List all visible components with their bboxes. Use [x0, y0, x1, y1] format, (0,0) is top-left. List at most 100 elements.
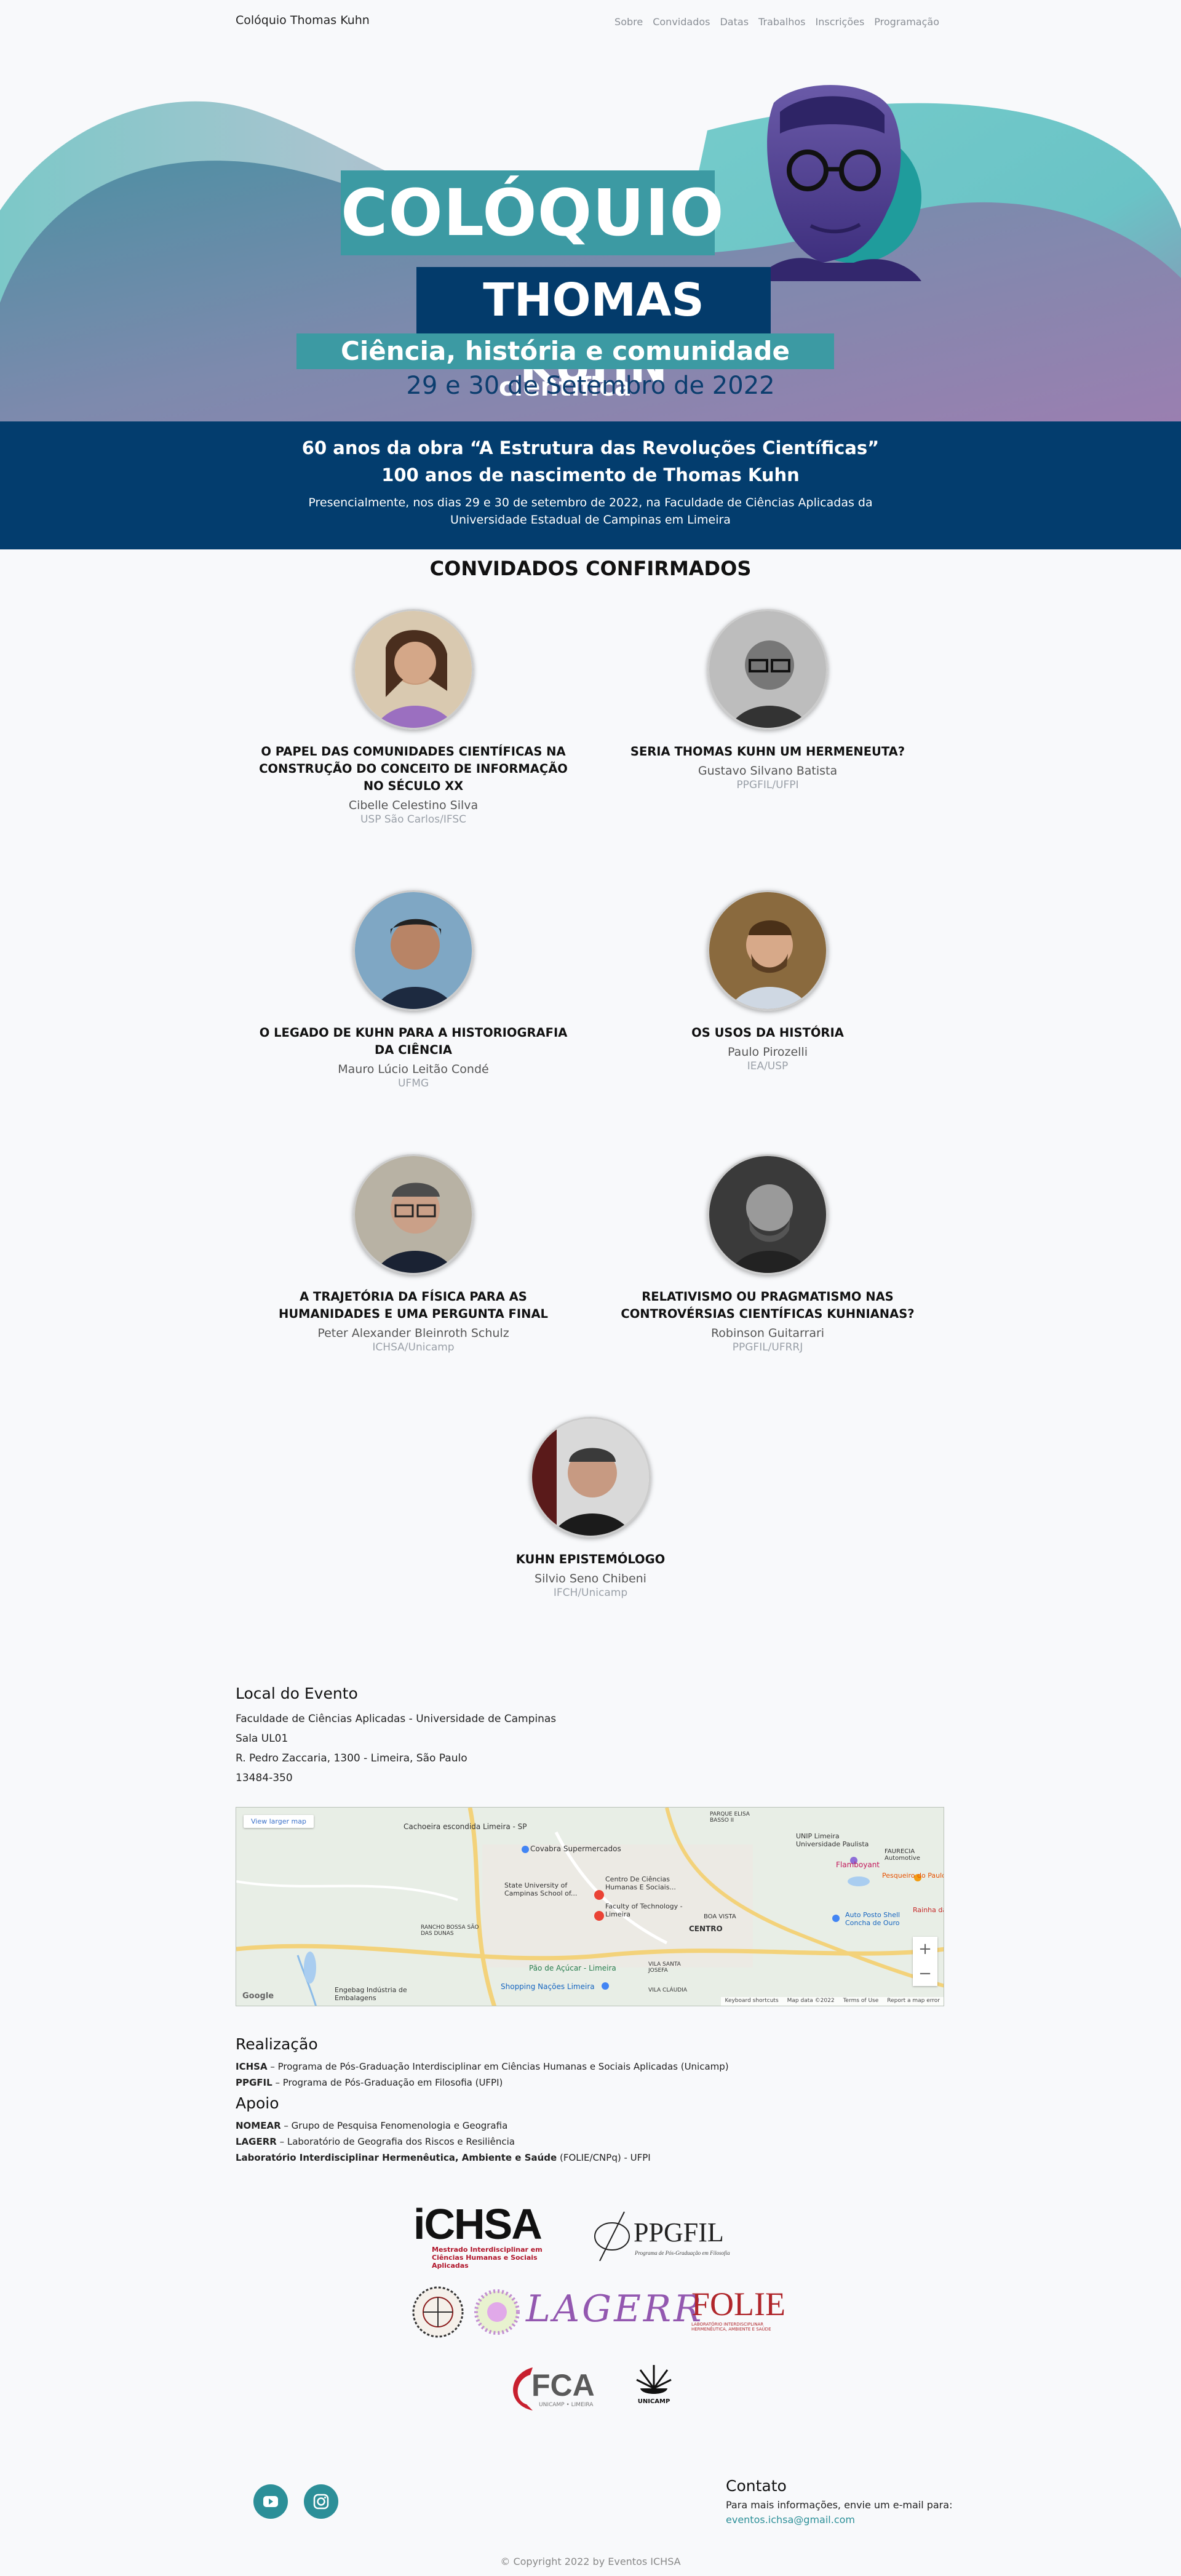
nav-link-datas[interactable]: Datas [720, 16, 749, 28]
guest-card: O PAPEL DAS COMUNIDADES CIENTÍFICAS NA C… [253, 609, 573, 826]
instagram-button[interactable] [304, 2484, 338, 2519]
google-logo[interactable]: Google [242, 1992, 274, 2001]
map-label: State University of Campinas School of..… [504, 1881, 578, 1897]
map-label: Shopping Nações Limeira [501, 1982, 595, 1991]
map-label: BOA VISTA [704, 1913, 736, 1920]
copyright: © Copyright 2022 by Eventos ICHSA [500, 2556, 681, 2567]
nav-link-convidados[interactable]: Convidados [653, 16, 710, 28]
map-label: Covabra Supermercados [530, 1844, 621, 1853]
apoio-item: NOMEAR – Grupo de Pesquisa Fenomenologia… [236, 2120, 508, 2131]
guests-section-title: CONVIDADOS CONFIRMADOS [429, 557, 752, 580]
map-label: VILA SANTA JOSEFA [648, 1961, 681, 1974]
map-label: FAURECIA Automotive [885, 1848, 920, 1862]
guest-name: Cibelle Celestino Silva [348, 799, 479, 812]
map-report-error-link[interactable]: Report a map error [887, 1998, 940, 2005]
map-label: Faculty of Technology - Limeira [605, 1902, 683, 1918]
venue-line: R. Pedro Zaccaria, 1300 - Limeira, São P… [236, 1752, 467, 1765]
guest-photo [707, 890, 828, 1011]
map-label: Pão de Açúcar - Limeira [529, 1964, 616, 1972]
guest-card: KUHN EPISTEMÓLOGO Silvio Seno Chibeni IF… [431, 1417, 750, 1599]
map-label: Cachoeira escondida Limeira - SP [404, 1822, 527, 1831]
hero-date: 29 e 30 de Setembro de 2022 [406, 372, 775, 400]
venue-heading: Local do Evento [236, 1685, 358, 1702]
guest-institution: IEA/USP [747, 1060, 789, 1072]
guest-institution: ICHSA/Unicamp [372, 1341, 455, 1354]
map-label: Engebag Indústria de Embalagens [335, 1986, 407, 2002]
guest-name: Silvio Seno Chibeni [535, 1572, 646, 1585]
anniversary-band: 60 anos da obra “A Estrutura das Revoluç… [0, 421, 1181, 549]
hero-subtitle: Ciência, história e comunidade científic… [296, 333, 834, 402]
guest-talk-title: A TRAJETÓRIA DA FÍSICA PARA AS HUMANIDAD… [279, 1290, 548, 1321]
map-label: RANCHO BOSSA SÃO DAS DUNAS [421, 1924, 479, 1937]
guest-photo [707, 609, 828, 730]
guest-card: A TRAJETÓRIA DA FÍSICA PARA AS HUMANIDAD… [253, 1154, 573, 1354]
guest-card: RELATIVISMO OU PRAGMATISMO NAS CONTROVÉR… [608, 1154, 928, 1354]
folie-logo: FOLIE LABORATÓRIO INTERDISCIPLINAR HERME… [691, 2286, 785, 2332]
map-label: Pesqueiro do Paulo [882, 1872, 944, 1880]
nav-link-trabalhos[interactable]: Trabalhos [758, 16, 805, 28]
map-label: UNIP Limeira Universidade Paulista [796, 1832, 869, 1848]
guest-institution: PPGFIL/UFRRJ [732, 1341, 803, 1354]
nav-links: Sobre Convidados Datas Trabalhos Inscriç… [614, 16, 939, 28]
guest-talk-title: SERIA THOMAS KUHN UM HERMENEUTA? [630, 744, 905, 759]
thomas-kuhn-portrait [755, 85, 921, 281]
map-label: VILA CLÁUDIA [648, 1987, 688, 1993]
ichsa-logo: iCHSA Mestrado Interdisciplinar em Ciênc… [413, 2200, 543, 2270]
guest-card: OS USOS DA HISTÓRIA Paulo Pirozelli IEA/… [608, 890, 928, 1072]
guest-institution: IFCH/Unicamp [553, 1587, 628, 1599]
nav-link-inscricoes[interactable]: Inscrições [816, 16, 865, 28]
guest-institution: USP São Carlos/IFSC [360, 813, 467, 826]
map-data-credit: Map data ©2022 [787, 1998, 835, 2004]
guest-institution: UFMG [397, 1077, 429, 1090]
hero-title-thomas-kuhn: THOMAS KUHN [416, 267, 771, 393]
map-zoom-controls: + − [913, 1937, 937, 1986]
hero-banner: COLÓQUIO THOMAS KUHN Ciência, história e… [0, 44, 1181, 421]
ppgfil-logo: PPGFIL Programa de Pós-Graduação em Filo… [590, 2206, 763, 2261]
lagerr-emblem [474, 2286, 520, 2338]
nav-link-programacao[interactable]: Programação [874, 16, 939, 28]
guest-photo [353, 1154, 474, 1275]
guest-photo [353, 890, 474, 1011]
youtube-icon [263, 2496, 278, 2507]
band-line-2: 100 anos de nascimento de Thomas Kuhn [381, 465, 800, 485]
map-label: PARQUE ELISA BASSO II [710, 1811, 750, 1824]
map-label: CENTRO [689, 1924, 723, 1933]
venue-line: 13484-350 [236, 1772, 293, 1784]
guest-card: O LEGADO DE KUHN PARA A HISTORIOGRAFIA D… [253, 890, 573, 1090]
contact-heading: Contato [726, 2477, 787, 2495]
map-footer: Keyboard shortcuts Map data ©2022 Terms … [721, 1997, 944, 2006]
youtube-button[interactable] [253, 2484, 288, 2519]
guest-talk-title: RELATIVISMO OU PRAGMATISMO NAS CONTROVÉR… [621, 1290, 915, 1321]
guest-card: SERIA THOMAS KUHN UM HERMENEUTA? Gustavo… [608, 609, 928, 791]
realizacao-heading: Realização [236, 2035, 318, 2053]
guest-name: Robinson Guitarrari [710, 1326, 825, 1340]
guest-name: Peter Alexander Bleinroth Schulz [317, 1326, 509, 1340]
map-label: Flamboyant [836, 1860, 880, 1869]
realizacao-item: PPGFIL – Programa de Pós-Graduação em Fi… [236, 2077, 503, 2088]
site-brand[interactable]: Colóquio Thomas Kuhn [236, 14, 370, 27]
view-larger-map-link[interactable]: View larger map [244, 1815, 314, 1828]
guest-name: Gustavo Silvano Batista [698, 764, 838, 778]
guest-institution: PPGFIL/UFPI [736, 779, 799, 791]
embedded-map[interactable]: Cachoeira escondida Limeira - SP Covabra… [236, 1807, 944, 2006]
zoom-out-button[interactable]: − [913, 1961, 937, 1986]
guest-talk-title: O LEGADO DE KUHN PARA A HISTORIOGRAFIA D… [259, 1026, 568, 1057]
nomear-logo [412, 2286, 464, 2338]
apoio-item: LAGERR – Laboratório de Geografia dos Ri… [236, 2136, 515, 2147]
nav-link-sobre[interactable]: Sobre [614, 16, 643, 28]
map-terms-link[interactable]: Terms of Use [843, 1998, 879, 2005]
fca-logo: FCA UNICAMP • LIMEIRA [502, 2361, 613, 2413]
guest-photo [707, 1154, 828, 1275]
map-keyboard-shortcuts[interactable]: Keyboard shortcuts [725, 1998, 778, 2005]
apoio-item: Laboratório Interdisciplinar Hermenêutic… [236, 2152, 651, 2163]
guest-talk-title: KUHN EPISTEMÓLOGO [515, 1552, 666, 1566]
zoom-in-button[interactable]: + [913, 1937, 937, 1961]
apoio-heading: Apoio [236, 2094, 279, 2112]
guest-name: Mauro Lúcio Leitão Condé [338, 1063, 489, 1076]
top-navbar: Colóquio Thomas Kuhn Sobre Convidados Da… [0, 0, 1181, 44]
hero-title-coloquio: COLÓQUIO [341, 170, 724, 255]
venue-line: Sala UL01 [236, 1733, 288, 1745]
contact-text: Para mais informações, envie um e-mail p… [726, 2499, 953, 2511]
contact-email-link[interactable]: eventos.ichsa@gmail.com [726, 2514, 855, 2526]
band-line-3: Presencialmente, nos dias 29 e 30 de set… [308, 496, 873, 527]
